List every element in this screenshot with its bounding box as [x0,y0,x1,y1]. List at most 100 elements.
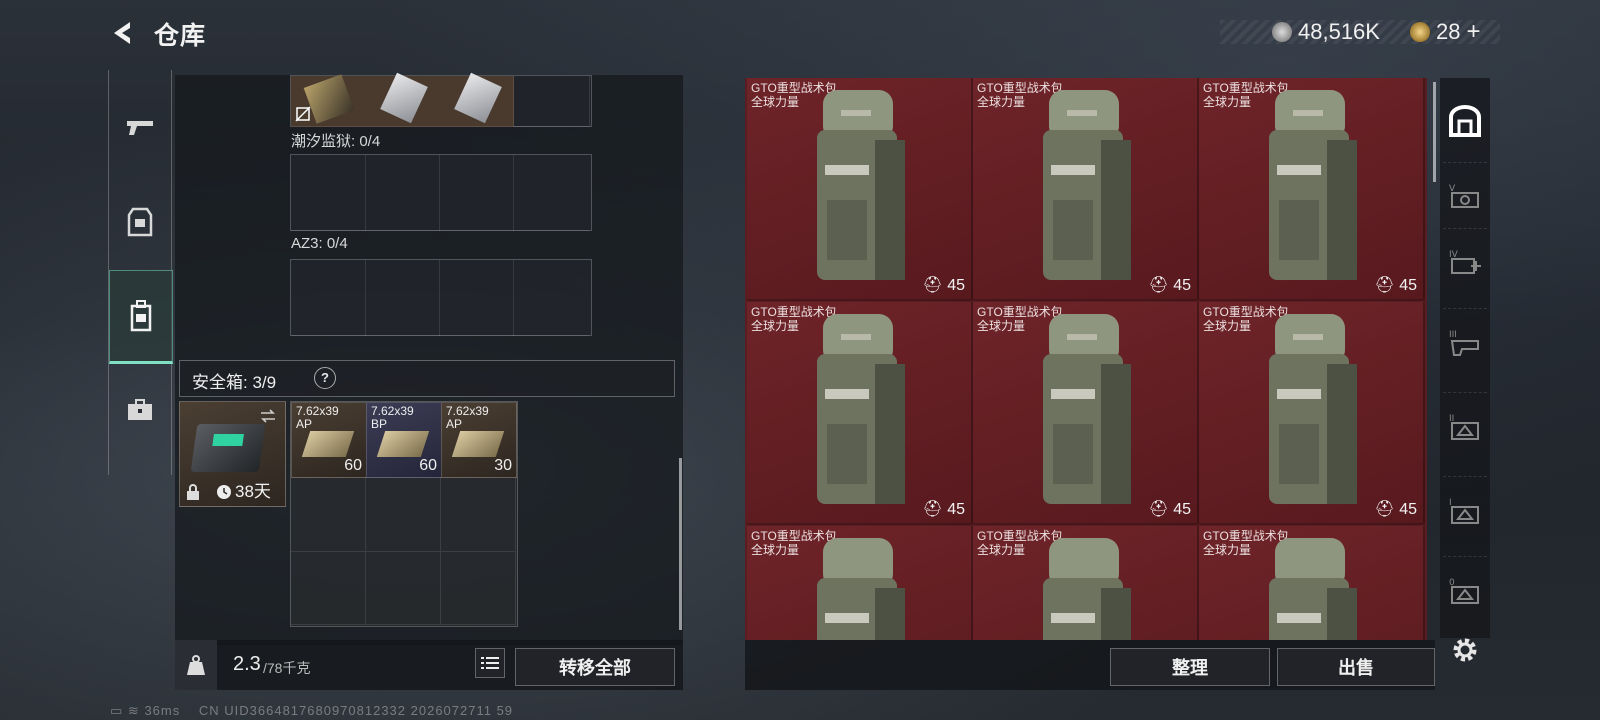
tab-stash-v[interactable]: V [1443,162,1487,229]
help-button[interactable]: ? [314,367,336,389]
weight-icon [187,655,205,675]
empty-slot[interactable] [439,155,514,231]
empty-slot[interactable] [513,76,590,127]
ticket-value: 28 [1436,19,1461,44]
stash-footer: 整理 出售 [745,640,1435,690]
empty-slot[interactable] [513,260,589,336]
backpack-image [817,90,905,280]
ammo-item[interactable]: 7.62x39 AP 60 [291,402,367,478]
capacity-bar: 2.3 /78千克 转移全部 [175,640,683,690]
tab-stash-0[interactable]: 0 [1443,556,1487,623]
lock-icon [187,484,199,500]
stash-icon [1449,105,1481,137]
ammo-item[interactable]: 7.62x39 BP 60 [366,402,442,478]
container-label: 潮汐监狱: 0/4 [291,133,381,150]
stash-item[interactable]: GTO重型战术包 全球力量 [973,526,1199,640]
empty-slot[interactable] [291,552,366,625]
weight-current: 2.3 [233,653,261,675]
ammo-caliber: 7.62x39 AP [296,404,339,431]
tab-backpack[interactable] [109,270,173,364]
stash-item[interactable]: GTO重型战术包 全球力量 ⛑ 45 [747,78,973,301]
item-value: ⛑ 45 [1148,501,1191,518]
empty-slot[interactable] [439,260,514,336]
add-ticket-button[interactable]: + [1466,18,1480,46]
organize-button[interactable]: 整理 [1110,648,1270,686]
item-card-slot[interactable] [291,74,366,127]
wifi-icon: ≋ [127,703,140,718]
storage-tier-icon: V [1449,184,1479,208]
empty-slot[interactable] [291,260,366,336]
ammo-caliber: 7.62x39 BP [371,404,414,431]
ammo-caliber: 7.62x39 AP [446,404,489,431]
tab-stash-iii[interactable]: III [1443,308,1487,375]
expire-timer: 38天 [235,482,271,501]
back-arrow-icon[interactable] [108,18,138,48]
container-slots-top [290,72,592,127]
backpack-image [1269,90,1357,280]
empty-slot[interactable] [291,155,366,231]
backpack-image [1043,538,1131,640]
tab-stash-ii[interactable]: II [1443,392,1487,459]
empty-slot[interactable] [513,155,589,231]
stash-item[interactable]: GTO重型战术包 全球力量 ⛑ 45 [973,302,1199,525]
ping-readout: 36ms [144,703,181,718]
stash-item[interactable]: GTO重型战术包 全球力量 ⛑ 45 [973,78,1199,301]
left-scrollbar[interactable] [679,458,682,630]
card-item-image [303,74,355,124]
container-slots [290,259,592,336]
svg-text:III: III [1449,330,1457,340]
empty-slot[interactable] [366,552,441,625]
container-label: AZ3: 0/4 [291,235,348,252]
backpack-image [1043,90,1131,280]
storage-tier-icon: I [1449,498,1479,524]
sell-button[interactable]: 出售 [1277,648,1435,686]
battery-icon: ▭ [110,703,124,718]
stash-scrollbar[interactable] [1433,82,1436,182]
stash-item[interactable]: GTO重型战术包 全球力量 ⛑ 45 [1199,78,1425,301]
storage-tier-icon: IV [1449,250,1481,274]
item-value: ⛑ 45 [1148,277,1191,294]
safe-box-grid: 7.62x39 AP 60 7.62x39 BP 60 7.62x39 AP 30 [290,401,518,627]
settings-gear-icon[interactable] [1451,636,1479,664]
tab-stash-all[interactable] [1443,88,1487,154]
status-line: ▭ ≋ 36ms CN UID3664817680970812332 20260… [110,703,513,719]
empty-slot[interactable] [291,477,366,552]
safe-box-item[interactable]: 38天 [179,401,286,507]
item-value: ⛑ 45 [1374,277,1417,294]
stash-item[interactable]: GTO重型战术包 全球力量 ⛑ 45 [747,302,973,525]
tab-stash-iv[interactable]: IV [1443,228,1487,295]
empty-slot[interactable] [365,260,440,336]
swap-icon[interactable] [259,408,277,424]
empty-slot[interactable] [441,552,516,625]
tab-stash-i[interactable]: I [1443,476,1487,543]
item-value: ⛑ 45 [922,277,965,294]
backpack-image [817,314,905,504]
backpack-image [1269,314,1357,504]
empty-slot[interactable] [441,477,516,552]
ticket-display[interactable]: 28 + [1410,18,1481,46]
ammo-count: 60 [344,457,362,474]
stash-item[interactable]: GTO重型战术包 全球力量 ⛑ 45 [1199,302,1425,525]
ammo-box-image [376,431,430,457]
backpack-image [1043,314,1131,504]
empty-slot[interactable] [365,155,440,231]
tab-weapons[interactable] [109,82,171,172]
item-slot[interactable] [439,72,514,127]
item-slot[interactable] [365,72,440,127]
ammo-item[interactable]: 7.62x39 AP 30 [441,402,517,478]
list-icon [481,657,499,669]
weight-icon-box [175,640,217,690]
empty-slot[interactable] [366,477,441,552]
item-value: ⛑ 45 [1374,501,1417,518]
list-view-button[interactable] [475,648,505,678]
tab-case[interactable] [109,365,171,455]
ticket-coin-icon [1410,22,1430,42]
safe-box-label: 安全箱: 3/9 [192,373,277,392]
gun-icon [127,121,153,135]
backpack-image [1269,538,1357,640]
stash-item[interactable]: GTO重型战术包 全球力量 [747,526,973,640]
no-transfer-icon [295,106,311,122]
tab-armor[interactable] [109,177,171,267]
stash-item[interactable]: GTO重型战术包 全球力量 [1199,526,1425,640]
transfer-all-button[interactable]: 转移全部 [515,648,675,686]
